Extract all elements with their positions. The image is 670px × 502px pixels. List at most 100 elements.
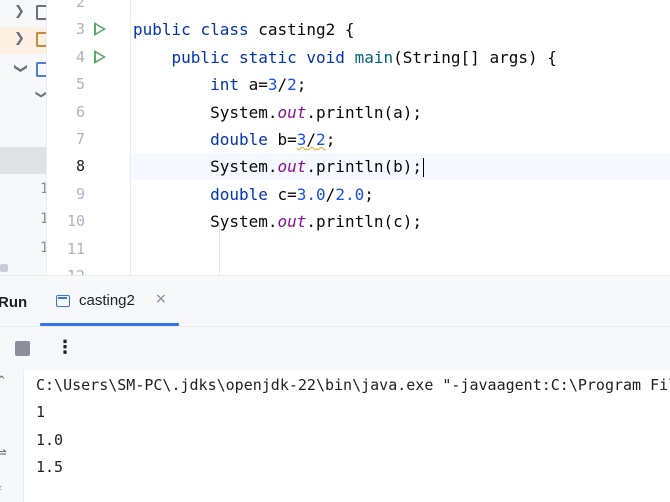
code-token: main xyxy=(354,47,394,67)
code-editor[interactable]: 2 3 public class casting2 {4 public static… xyxy=(47,0,670,275)
line-number: 11 xyxy=(66,239,85,258)
chevron-down-icon[interactable]: ❯ xyxy=(13,63,28,74)
console-line: 1.5 xyxy=(36,458,64,476)
folder-icon xyxy=(36,5,46,20)
code-line[interactable]: 9 double c=3.0/2.0; xyxy=(47,181,670,208)
chevron-right-icon[interactable]: ❯ xyxy=(14,4,25,19)
code-text: public static void main(String[] args) { xyxy=(133,44,557,71)
close-icon[interactable]: × xyxy=(155,291,167,307)
scroll-to-end-icon[interactable]: ⤓ xyxy=(0,478,2,493)
code-line[interactable]: 5 int a=3/2; xyxy=(47,71,670,98)
code-token: 2.0 xyxy=(335,184,365,204)
code-token: double xyxy=(210,184,278,204)
code-token: .println(c); xyxy=(306,212,422,232)
code-text: double b=3/2; xyxy=(133,126,335,153)
tree-row-label: 1 xyxy=(40,240,46,256)
code-token: System. xyxy=(133,212,278,232)
code-token: static xyxy=(238,47,307,67)
chevron-down-icon[interactable]: ❯ xyxy=(35,90,46,99)
code-token: / xyxy=(306,130,317,149)
code-token: 3 xyxy=(267,75,278,95)
code-token: a= xyxy=(248,75,268,95)
code-token: System. xyxy=(133,157,278,177)
run-toolbar: ⋮ xyxy=(0,326,670,370)
run-gutter-icon[interactable] xyxy=(94,49,106,64)
tab-label: casting2 xyxy=(79,292,135,309)
code-token: .println(b); xyxy=(306,157,422,177)
code-token: 3 xyxy=(296,130,307,149)
console-output[interactable]: C:\Users\SM-PC\.jdks\openjdk-22\bin\java… xyxy=(24,370,670,502)
code-text: int a=3/2; xyxy=(133,71,306,98)
run-config-icon xyxy=(56,295,70,307)
code-text: System.out.println(a); xyxy=(133,99,422,126)
chevron-up-icon[interactable]: ⌃ xyxy=(0,374,7,389)
tree-row[interactable]: ❯ xyxy=(0,0,46,27)
code-line[interactable]: 4 public static void main(String[] args)… xyxy=(47,44,670,71)
console-line: C:\Users\SM-PC\.jdks\openjdk-22\bin\java… xyxy=(36,376,670,394)
code-token: / xyxy=(325,184,336,204)
code-token: System. xyxy=(133,102,278,122)
line-number: 4 xyxy=(75,47,85,66)
code-token: 3.0 xyxy=(296,184,326,204)
code-token: / xyxy=(277,75,288,95)
tree-row[interactable]: ❯ xyxy=(0,86,46,113)
code-token: class xyxy=(200,20,259,40)
code-text: System.out.println(b); xyxy=(133,153,424,180)
code-token: ; xyxy=(364,184,374,204)
line-number: 2 xyxy=(75,0,85,11)
project-tree-panel[interactable]: ❯ ❯ ❯ ❯ 1 1 1 xyxy=(0,0,47,275)
tree-row-label: 1 xyxy=(40,211,46,227)
code-text: System.out.println(c); xyxy=(133,208,422,235)
text-caret xyxy=(423,158,424,178)
code-line[interactable]: 3 public class casting2 { xyxy=(47,16,670,43)
run-gutter-icon[interactable] xyxy=(94,22,106,37)
code-token: b= xyxy=(277,130,297,149)
code-line[interactable]: 12 xyxy=(47,263,670,275)
console-line: 1 xyxy=(36,403,46,421)
tree-row-label: 1 xyxy=(40,181,46,197)
chevron-right-icon[interactable]: ❯ xyxy=(14,31,25,46)
code-token: ; xyxy=(296,75,307,95)
tree-row-selected[interactable] xyxy=(0,147,46,174)
code-line[interactable]: 10 System.out.println(c); xyxy=(47,208,670,235)
line-number: 9 xyxy=(75,184,85,203)
soft-wrap-icon[interactable]: ⇌ xyxy=(0,446,7,461)
tree-row[interactable]: ❯ xyxy=(0,27,46,54)
console-line: 1.0 xyxy=(36,431,64,449)
code-token: int xyxy=(210,75,249,95)
code-token: c= xyxy=(277,184,297,204)
code-text: public class casting2 { xyxy=(133,16,355,43)
code-token: out xyxy=(277,212,307,232)
code-token: double xyxy=(210,130,278,149)
tab-casting2[interactable]: casting2 × xyxy=(40,276,179,326)
code-token: 2 xyxy=(287,75,297,95)
run-tool-window-header: Run casting2 × xyxy=(0,275,670,326)
code-token: .println(a); xyxy=(306,102,422,122)
code-line[interactable]: 2 xyxy=(47,0,670,16)
code-line[interactable]: 8 System.out.println(b); xyxy=(47,153,670,180)
line-number: 10 xyxy=(66,212,85,231)
line-number: 8 xyxy=(75,157,85,176)
scrollbar-thumb[interactable] xyxy=(0,264,8,272)
code-token: void xyxy=(306,47,355,67)
code-line[interactable]: 6 System.out.println(a); xyxy=(47,99,670,126)
line-number: 3 xyxy=(75,20,85,39)
more-options-icon[interactable]: ⋮ xyxy=(56,338,74,358)
code-token: out xyxy=(277,102,307,122)
stop-icon[interactable] xyxy=(15,341,30,356)
tree-row[interactable]: ❯ xyxy=(0,57,46,84)
code-line[interactable]: 11 xyxy=(47,236,670,263)
line-number: 6 xyxy=(75,102,85,121)
code-token: casting2 { xyxy=(258,20,355,40)
line-number: 5 xyxy=(75,75,85,94)
code-token: public xyxy=(133,20,201,40)
code-line[interactable]: 7 double b=3/2; xyxy=(47,126,670,153)
code-token: public xyxy=(171,47,239,67)
code-token: (String[] args) { xyxy=(393,47,557,67)
line-number: 12 xyxy=(47,263,85,275)
run-panel-title: Run xyxy=(0,294,28,311)
